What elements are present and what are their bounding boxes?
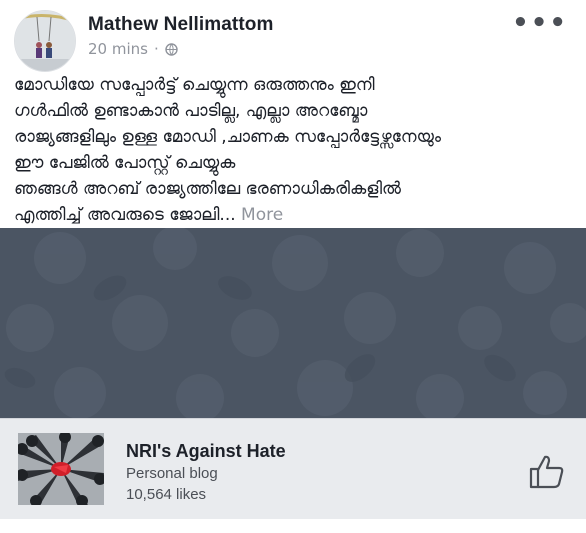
like-page-button[interactable] xyxy=(528,453,566,491)
author-avatar[interactable] xyxy=(14,10,76,72)
post-text: മോഡിയേ സപ്പോർട്ട് ചെയ്യുന്ന ഒരുത്തനും ഇന… xyxy=(14,72,574,228)
post-text-line: ഞങ്ങൾ അറബ് രാജ്യത്തിലേ ഭരണാധികരികളിൽ xyxy=(14,179,401,199)
page-thumbnail[interactable] xyxy=(18,433,104,505)
post-text-line: ഈ പേജിൽ പോസ്റ്റ് ചെയ്യുക xyxy=(14,153,236,173)
post-meta: 20 mins · xyxy=(88,40,178,58)
page-category: Personal blog xyxy=(126,465,218,482)
post-text-line: എത്തിച്ച് അവരുടെ ജോലി... xyxy=(14,205,236,225)
globe-icon[interactable] xyxy=(165,42,178,56)
post-text-line: മോഡിയേ സപ്പോർട്ട് ചെയ്യുന്ന ഒരുത്തനും ഇന… xyxy=(14,75,375,95)
avatar-image xyxy=(15,11,75,71)
shared-image[interactable] xyxy=(0,228,586,418)
page-likes-count: 10,564 likes xyxy=(126,486,207,503)
see-more-link[interactable]: More xyxy=(241,205,283,225)
facebook-post: Mathew Nellimattom 20 mins · ••• മോഡിയേ … xyxy=(0,0,586,533)
post-timestamp[interactable]: 20 mins xyxy=(88,40,148,58)
page-thumbnail-image xyxy=(18,433,104,505)
post-text-line: രാജ്യങ്ങളിലും ഉള്ള മോഡി ,ചാണക സപ്പോർട്ടേ… xyxy=(14,127,442,147)
more-options-icon[interactable]: ••• xyxy=(512,10,568,36)
post-text-line: ഗൾഫിൽ ഉണ്ടാകാൻ പാടില്ല, എല്ലാ അറബ്മോ xyxy=(14,101,368,121)
page-card[interactable]: NRI's Against Hate Personal blog 10,564 … xyxy=(0,418,586,519)
author-name[interactable]: Mathew Nellimattom xyxy=(88,14,274,36)
shared-image-pattern xyxy=(0,228,586,418)
post-text-last-line: എത്തിച്ച് അവരുടെ ജോലി... More xyxy=(14,202,574,228)
page-title[interactable]: NRI's Against Hate xyxy=(126,441,286,462)
thumbs-up-icon xyxy=(529,455,564,489)
meta-separator: · xyxy=(153,40,159,58)
